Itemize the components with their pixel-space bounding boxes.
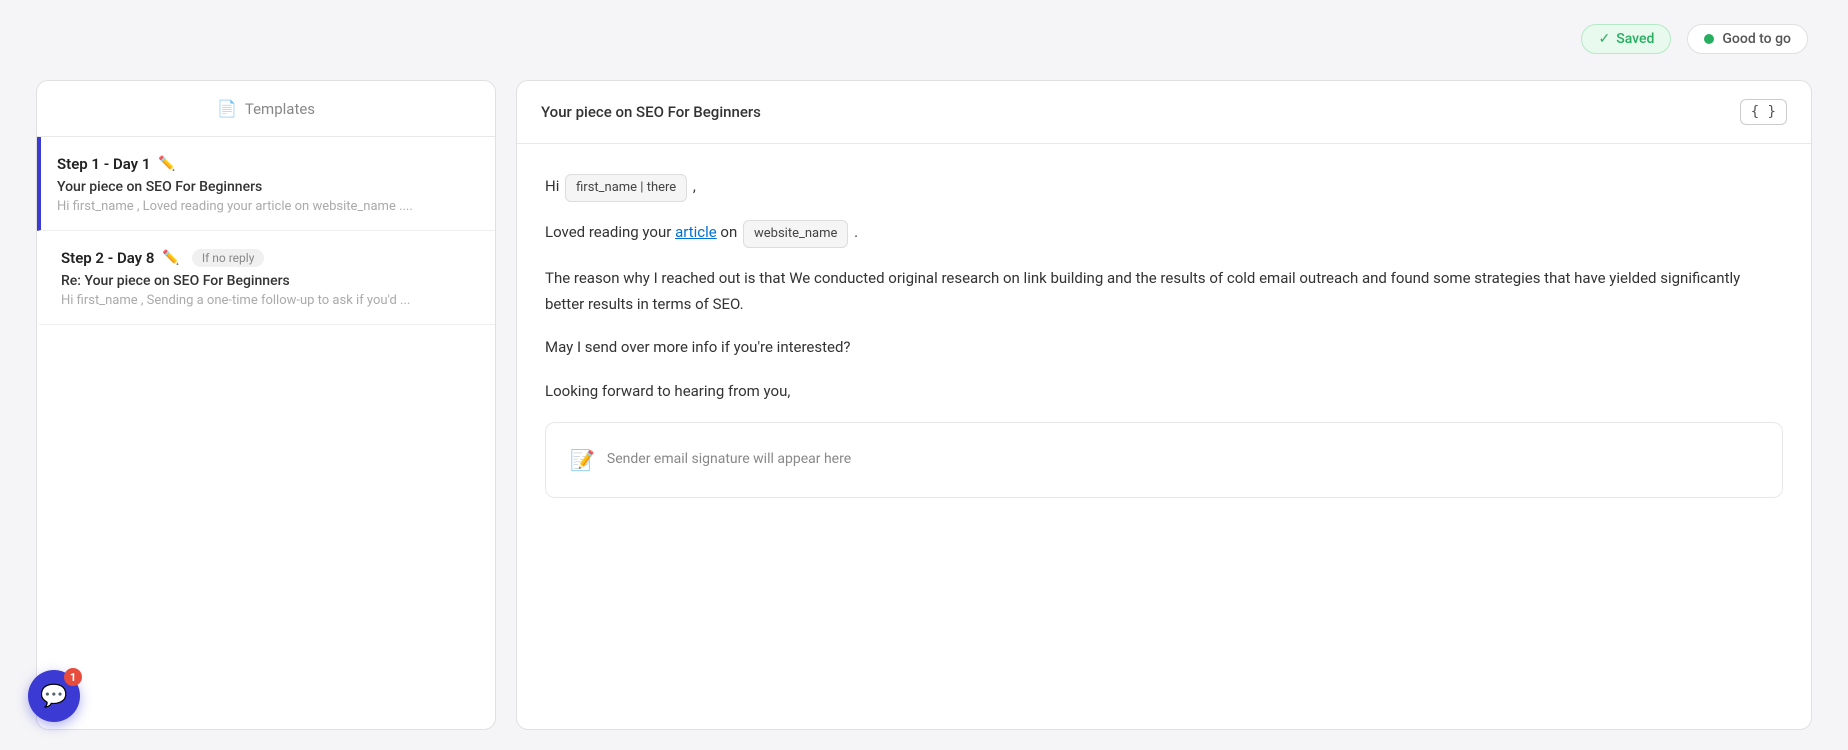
line1-suffix: .	[854, 223, 858, 241]
templates-label: Templates	[245, 100, 315, 118]
right-panel: Your piece on SEO For Beginners { } Hi f…	[516, 80, 1812, 730]
signature-box: 📝 Sender email signature will appear her…	[545, 422, 1783, 498]
saved-label: Saved	[1616, 31, 1654, 47]
step-item-2[interactable]: Step 2 - Day 8 ✏️ If no reply Re: Your p…	[37, 231, 495, 325]
line1-prefix: Loved reading your	[545, 223, 671, 241]
chat-button[interactable]: 💬 1	[28, 670, 80, 722]
curly-braces-button[interactable]: { }	[1740, 99, 1787, 125]
step1-title: Step 1 - Day 1	[57, 155, 150, 173]
article-link[interactable]: article	[675, 223, 717, 241]
status-dot-icon	[1704, 34, 1714, 44]
paragraph1: The reason why I reached out is that We …	[545, 266, 1783, 317]
saved-badge: ✓ Saved	[1581, 24, 1671, 54]
paragraph3: Looking forward to hearing from you,	[545, 379, 1783, 405]
signature-icon: 📝	[570, 443, 595, 477]
step2-preview: Hi first_name , Sending a one-time follo…	[61, 293, 441, 308]
good-to-go-badge: Good to go	[1687, 24, 1808, 54]
checkmark-icon: ✓	[1598, 31, 1610, 47]
step2-title: Step 2 - Day 8	[61, 249, 154, 267]
website-name-variable[interactable]: website_name	[743, 220, 848, 248]
step2-header: Step 2 - Day 8 ✏️ If no reply	[61, 249, 475, 267]
chat-badge: 1	[64, 668, 82, 686]
left-panel: 📄 Templates Step 1 - Day 1 ✏️ Your piece…	[36, 80, 496, 730]
templates-icon: 📄	[217, 99, 237, 118]
signature-label: Sender email signature will appear here	[607, 448, 851, 472]
step-item-1[interactable]: Step 1 - Day 1 ✏️ Your piece on SEO For …	[37, 137, 495, 231]
paragraph3-text: Looking forward to hearing from you,	[545, 382, 790, 400]
step1-edit-icon[interactable]: ✏️	[158, 156, 175, 172]
step1-subject: Your piece on SEO For Beginners	[57, 179, 475, 195]
step1-header: Step 1 - Day 1 ✏️	[57, 155, 475, 173]
email-subject-title: Your piece on SEO For Beginners	[541, 103, 761, 121]
greeting-suffix: ,	[693, 177, 696, 195]
templates-header: 📄 Templates	[37, 81, 495, 137]
step-list: Step 1 - Day 1 ✏️ Your piece on SEO For …	[37, 137, 495, 729]
step1-preview: Hi first_name , Loved reading your artic…	[57, 199, 437, 214]
article-line: Loved reading your article on website_na…	[545, 220, 1783, 248]
step2-edit-icon[interactable]: ✏️	[162, 250, 179, 266]
paragraph2-text: May I send over more info if you're inte…	[545, 338, 851, 356]
greeting-line: Hi first_name | there ,	[545, 174, 1783, 202]
paragraph1-text: The reason why I reached out is that We …	[545, 269, 1740, 313]
main-layout: 📄 Templates Step 1 - Day 1 ✏️ Your piece…	[36, 80, 1812, 730]
line1-middle: on	[720, 223, 737, 241]
greeting-prefix: Hi	[545, 177, 559, 195]
chat-icon: 💬	[40, 684, 67, 709]
step2-subject: Re: Your piece on SEO For Beginners	[61, 273, 475, 289]
right-panel-header: Your piece on SEO For Beginners { }	[517, 81, 1811, 144]
paragraph2: May I send over more info if you're inte…	[545, 335, 1783, 361]
good-to-go-label: Good to go	[1722, 31, 1791, 47]
first-name-variable[interactable]: first_name | there	[565, 174, 687, 202]
if-no-reply-badge: If no reply	[192, 249, 265, 267]
email-body: Hi first_name | there , Loved reading yo…	[517, 144, 1811, 729]
top-bar: ✓ Saved Good to go	[1581, 24, 1808, 54]
